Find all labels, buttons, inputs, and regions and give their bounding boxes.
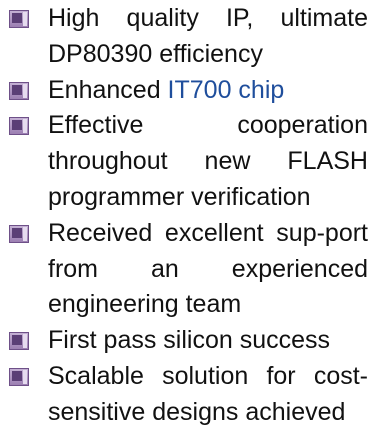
list-item: Received excellent sup-port from an expe… bbox=[0, 216, 374, 323]
item-text: First pass silicon success bbox=[48, 326, 331, 355]
list-item: Scalable solution for cost-sensitive des… bbox=[0, 359, 374, 431]
list-item: First pass silicon success bbox=[0, 323, 374, 359]
square-bullet-icon bbox=[9, 332, 29, 351]
list-item: Enhanced IT700 chip bbox=[0, 73, 374, 109]
feature-list: High quality IP, ultimate DP80390 effici… bbox=[0, 1, 374, 431]
item-text: Effective cooperation throughout new FLA… bbox=[48, 111, 368, 211]
square-bullet-icon bbox=[9, 117, 29, 136]
square-bullet-icon bbox=[9, 81, 29, 100]
item-text: Scalable solution for cost-sensitive des… bbox=[48, 361, 368, 426]
square-bullet-icon bbox=[9, 224, 29, 243]
item-text: High quality IP, ultimate DP80390 effici… bbox=[48, 4, 368, 68]
list-item: Effective cooperation throughout new FLA… bbox=[0, 108, 374, 215]
list-item: High quality IP, ultimate DP80390 effici… bbox=[0, 1, 374, 73]
square-bullet-icon bbox=[9, 10, 29, 28]
item-text: Enhanced bbox=[48, 75, 168, 104]
item-text: Received excellent sup-port from an expe… bbox=[48, 218, 368, 319]
square-bullet-icon bbox=[9, 367, 29, 386]
chip-link[interactable]: IT700 chip bbox=[168, 76, 285, 104]
